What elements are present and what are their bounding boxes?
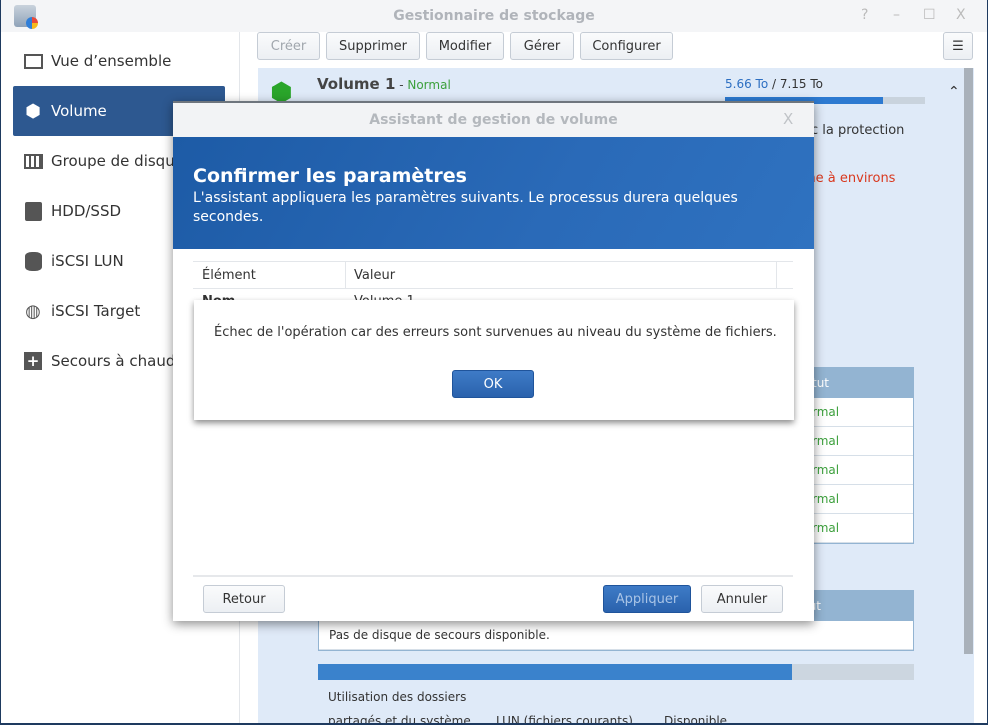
- storage-usage-bar: [318, 664, 914, 680]
- usage-label: partagés et du système: [328, 714, 471, 723]
- window-title: Gestionnaire de stockage: [393, 8, 595, 24]
- volume-info-text: ec la protection: [803, 123, 905, 138]
- table-row: rmal: [802, 485, 913, 514]
- create-button[interactable]: Créer: [257, 32, 320, 60]
- sidebar-item-label: iSCSI Target: [51, 302, 141, 320]
- usage-label: LUN (fichiers courants): [496, 714, 633, 723]
- settings-table-header: Élément Valeur: [193, 261, 793, 289]
- error-alert: Échec de l'opération car des erreurs son…: [194, 300, 794, 420]
- configure-button[interactable]: Configurer: [580, 32, 673, 60]
- modify-button[interactable]: Modifier: [426, 32, 504, 60]
- delete-button[interactable]: Supprimer: [326, 32, 420, 60]
- overview-icon: [23, 51, 43, 71]
- manage-button[interactable]: Gérer: [510, 32, 574, 60]
- dialog-title: Assistant de gestion de volume: [173, 103, 814, 137]
- table-row: rmal: [802, 456, 913, 485]
- column-element: Élément: [202, 268, 256, 283]
- maximize-icon[interactable]: ☐: [923, 7, 936, 23]
- sidebar-item-label: Groupe de disques: [51, 152, 192, 170]
- sidebar-item-label: Volume: [51, 102, 107, 120]
- disk-table: tut rmal rmal rmal rmal rmal: [801, 367, 914, 544]
- column-value: Valeur: [345, 262, 403, 289]
- volume-capacity: 5.66 To / 7.15 To: [725, 77, 824, 91]
- close-icon[interactable]: X: [956, 7, 966, 23]
- minimize-icon[interactable]: –: [893, 7, 900, 23]
- plus-icon: +: [23, 351, 43, 371]
- scrollbar[interactable]: [964, 68, 973, 654]
- back-button[interactable]: Retour: [203, 585, 285, 613]
- table-row: rmal: [802, 398, 913, 427]
- spare-table-empty: Pas de disque de secours disponible.: [319, 621, 913, 650]
- disk-table-header: tut: [802, 368, 913, 398]
- divider: [193, 575, 793, 577]
- dialog-heading: Confirmer les paramètres: [193, 165, 467, 187]
- sidebar-item-label: iSCSI LUN: [51, 252, 124, 270]
- title-bar: Gestionnaire de stockage ? – ☐ X: [1, 0, 987, 32]
- alert-message: Échec de l'opération car des erreurs son…: [214, 325, 777, 340]
- collapse-icon[interactable]: ⌃: [948, 84, 960, 100]
- usage-label: Disponible: [664, 714, 728, 723]
- sort-icon[interactable]: ☰: [943, 32, 973, 60]
- sidebar-item-label: Secours à chaud: [51, 352, 176, 370]
- usage-label: Utilisation des dossiers: [328, 690, 467, 704]
- disk-group-icon: [23, 151, 43, 171]
- storage-manager-window: Gestionnaire de stockage ? – ☐ X Vue d’e…: [1, 0, 987, 723]
- cancel-button[interactable]: Annuler: [701, 585, 783, 613]
- sidebar-item-overview[interactable]: Vue d’ensemble: [13, 36, 225, 86]
- table-row: rmal: [802, 514, 913, 543]
- globe-icon: ◍: [25, 300, 41, 322]
- apply-button[interactable]: Appliquer: [603, 585, 691, 613]
- sidebar-item-label: HDD/SSD: [51, 202, 122, 220]
- help-icon[interactable]: ?: [861, 7, 868, 23]
- volume-icon: ⬢: [25, 100, 41, 122]
- volume-status: Normal: [407, 78, 451, 92]
- table-row: rmal: [802, 427, 913, 456]
- dialog-close-icon[interactable]: X: [783, 110, 793, 128]
- sidebar-item-label: Vue d’ensemble: [51, 52, 172, 70]
- database-icon: [23, 251, 43, 271]
- volume-title: Volume 1 - Normal: [317, 75, 451, 93]
- dialog-description: L'assistant appliquera les paramètres su…: [193, 190, 738, 225]
- hdd-icon: [23, 201, 43, 221]
- dialog-header: Confirmer les paramètres L'assistant app…: [173, 137, 814, 249]
- volume-warning-text: me à environs: [803, 171, 896, 186]
- ok-button[interactable]: OK: [452, 370, 534, 398]
